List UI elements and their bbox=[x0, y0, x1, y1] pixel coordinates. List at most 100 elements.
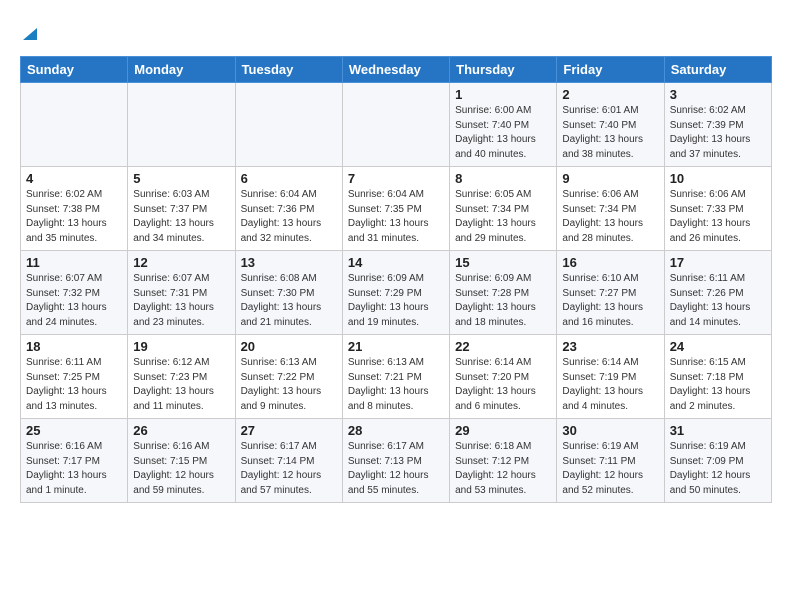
day-info: Sunrise: 6:19 AM Sunset: 7:09 PM Dayligh… bbox=[670, 440, 766, 498]
day-info: Sunrise: 6:02 AM Sunset: 7:38 PM Dayligh… bbox=[26, 188, 122, 246]
calendar-cell: 8Sunrise: 6:05 AM Sunset: 7:34 PM Daylig… bbox=[450, 167, 557, 251]
day-info: Sunrise: 6:16 AM Sunset: 7:17 PM Dayligh… bbox=[26, 440, 122, 498]
day-info: Sunrise: 6:09 AM Sunset: 7:29 PM Dayligh… bbox=[348, 272, 444, 330]
calendar-cell: 7 Sunrise: 6:04 AM Sunset: 7:35 PM Daylig… bbox=[342, 167, 449, 251]
day-info: Sunrise: 6:14 AM Sunset: 7:19 PM Dayligh… bbox=[562, 356, 658, 414]
calendar-cell: 27 Sunrise: 6:17 AM Sunset: 7:14 PM Dayli… bbox=[235, 419, 342, 503]
day-number: 26 bbox=[133, 423, 229, 438]
calendar-cell: 5 Sunrise: 6:03 AM Sunset: 7:37 PM Daylig… bbox=[128, 167, 235, 251]
day-info: Sunrise: 6:06 AM Sunset: 7:33 PM Dayligh… bbox=[670, 188, 766, 246]
calendar-cell: 28 Sunrise: 6:17 AM Sunset: 7:13 PM Dayli… bbox=[342, 419, 449, 503]
calendar-week-row: 25 Sunrise: 6:16 AM Sunset: 7:17 PM Dayli… bbox=[21, 419, 772, 503]
day-number: 23 bbox=[562, 339, 658, 354]
day-info: Sunrise: 6:12 AM Sunset: 7:23 PM Dayligh… bbox=[133, 356, 229, 414]
day-number: 22 bbox=[455, 339, 551, 354]
weekday-header: Wednesday bbox=[342, 57, 449, 83]
day-info: Sunrise: 6:17 AM Sunset: 7:14 PM Dayligh… bbox=[241, 440, 337, 498]
day-info: Sunrise: 6:11 AM Sunset: 7:25 PM Dayligh… bbox=[26, 356, 122, 414]
day-number: 15 bbox=[455, 255, 551, 270]
calendar-cell: 26 Sunrise: 6:16 AM Sunset: 7:15 PM Dayli… bbox=[128, 419, 235, 503]
day-info: Sunrise: 6:19 AM Sunset: 7:11 PM Dayligh… bbox=[562, 440, 658, 498]
day-info: Sunrise: 6:18 AM Sunset: 7:12 PM Dayligh… bbox=[455, 440, 551, 498]
day-number: 27 bbox=[241, 423, 337, 438]
calendar-cell: 22 Sunrise: 6:14 AM Sunset: 7:20 PM Dayli… bbox=[450, 335, 557, 419]
day-number: 4 bbox=[26, 171, 122, 186]
calendar-cell: 19 Sunrise: 6:12 AM Sunset: 7:23 PM Dayli… bbox=[128, 335, 235, 419]
day-number: 19 bbox=[133, 339, 229, 354]
day-info: Sunrise: 6:13 AM Sunset: 7:22 PM Dayligh… bbox=[241, 356, 337, 414]
calendar-cell bbox=[21, 83, 128, 167]
day-number: 30 bbox=[562, 423, 658, 438]
day-info: Sunrise: 6:02 AM Sunset: 7:39 PM Dayligh… bbox=[670, 104, 766, 162]
day-number: 14 bbox=[348, 255, 444, 270]
day-info: Sunrise: 6:00 AM Sunset: 7:40 PM Dayligh… bbox=[455, 104, 551, 162]
day-info: Sunrise: 6:16 AM Sunset: 7:15 PM Dayligh… bbox=[133, 440, 229, 498]
day-number: 28 bbox=[348, 423, 444, 438]
day-info: Sunrise: 6:08 AM Sunset: 7:30 PM Dayligh… bbox=[241, 272, 337, 330]
day-number: 11 bbox=[26, 255, 122, 270]
day-info: Sunrise: 6:15 AM Sunset: 7:18 PM Dayligh… bbox=[670, 356, 766, 414]
day-number: 10 bbox=[670, 171, 766, 186]
day-number: 2 bbox=[562, 87, 658, 102]
day-info: Sunrise: 6:03 AM Sunset: 7:37 PM Dayligh… bbox=[133, 188, 229, 246]
day-number: 7 bbox=[348, 171, 444, 186]
day-number: 5 bbox=[133, 171, 229, 186]
day-info: Sunrise: 6:13 AM Sunset: 7:21 PM Dayligh… bbox=[348, 356, 444, 414]
calendar-week-row: 1 Sunrise: 6:00 AM Sunset: 7:40 PM Daylig… bbox=[21, 83, 772, 167]
day-info: Sunrise: 6:09 AM Sunset: 7:28 PM Dayligh… bbox=[455, 272, 551, 330]
calendar-cell: 31 Sunrise: 6:19 AM Sunset: 7:09 PM Dayli… bbox=[664, 419, 771, 503]
calendar-table: SundayMondayTuesdayWednesdayThursdayFrid… bbox=[20, 56, 772, 503]
weekday-header: Saturday bbox=[664, 57, 771, 83]
day-info: Sunrise: 6:01 AM Sunset: 7:40 PM Dayligh… bbox=[562, 104, 658, 162]
day-info: Sunrise: 6:14 AM Sunset: 7:20 PM Dayligh… bbox=[455, 356, 551, 414]
day-number: 9 bbox=[562, 171, 658, 186]
calendar-cell: 23 Sunrise: 6:14 AM Sunset: 7:19 PM Dayli… bbox=[557, 335, 664, 419]
day-info: Sunrise: 6:11 AM Sunset: 7:26 PM Dayligh… bbox=[670, 272, 766, 330]
logo bbox=[20, 20, 39, 40]
day-info: Sunrise: 6:17 AM Sunset: 7:13 PM Dayligh… bbox=[348, 440, 444, 498]
day-number: 31 bbox=[670, 423, 766, 438]
calendar-cell: 9 Sunrise: 6:06 AM Sunset: 7:34 PM Daylig… bbox=[557, 167, 664, 251]
calendar-cell bbox=[128, 83, 235, 167]
calendar-cell: 1 Sunrise: 6:00 AM Sunset: 7:40 PM Daylig… bbox=[450, 83, 557, 167]
day-info: Sunrise: 6:06 AM Sunset: 7:34 PM Dayligh… bbox=[562, 188, 658, 246]
weekday-header: Monday bbox=[128, 57, 235, 83]
day-info: Sunrise: 6:05 AM Sunset: 7:34 PM Dayligh… bbox=[455, 188, 551, 246]
day-number: 12 bbox=[133, 255, 229, 270]
day-info: Sunrise: 6:10 AM Sunset: 7:27 PM Dayligh… bbox=[562, 272, 658, 330]
calendar-cell: 13 Sunrise: 6:08 AM Sunset: 7:30 PM Dayli… bbox=[235, 251, 342, 335]
calendar-cell: 12Sunrise: 6:07 AM Sunset: 7:31 PM Dayli… bbox=[128, 251, 235, 335]
calendar-cell: 14 Sunrise: 6:09 AM Sunset: 7:29 PM Dayli… bbox=[342, 251, 449, 335]
day-number: 24 bbox=[670, 339, 766, 354]
weekday-header: Friday bbox=[557, 57, 664, 83]
day-number: 18 bbox=[26, 339, 122, 354]
calendar-week-row: 11 Sunrise: 6:07 AM Sunset: 7:32 PM Dayli… bbox=[21, 251, 772, 335]
calendar-cell: 3 Sunrise: 6:02 AM Sunset: 7:39 PM Daylig… bbox=[664, 83, 771, 167]
calendar-cell bbox=[342, 83, 449, 167]
calendar-header-row: SundayMondayTuesdayWednesdayThursdayFrid… bbox=[21, 57, 772, 83]
day-info: Sunrise: 6:07 AM Sunset: 7:32 PM Dayligh… bbox=[26, 272, 122, 330]
calendar-cell: 15 Sunrise: 6:09 AM Sunset: 7:28 PM Dayli… bbox=[450, 251, 557, 335]
weekday-header: Tuesday bbox=[235, 57, 342, 83]
day-number: 3 bbox=[670, 87, 766, 102]
calendar-cell: 10 Sunrise: 6:06 AM Sunset: 7:33 PM Dayli… bbox=[664, 167, 771, 251]
day-number: 1 bbox=[455, 87, 551, 102]
calendar-cell: 29 Sunrise: 6:18 AM Sunset: 7:12 PM Dayli… bbox=[450, 419, 557, 503]
day-number: 6 bbox=[241, 171, 337, 186]
day-number: 29 bbox=[455, 423, 551, 438]
page-header bbox=[20, 20, 772, 40]
day-number: 16 bbox=[562, 255, 658, 270]
day-info: Sunrise: 6:04 AM Sunset: 7:36 PM Dayligh… bbox=[241, 188, 337, 246]
calendar-cell: 20Sunrise: 6:13 AM Sunset: 7:22 PM Dayli… bbox=[235, 335, 342, 419]
day-number: 17 bbox=[670, 255, 766, 270]
calendar-cell: 16 Sunrise: 6:10 AM Sunset: 7:27 PM Dayli… bbox=[557, 251, 664, 335]
day-number: 13 bbox=[241, 255, 337, 270]
calendar-cell: 11 Sunrise: 6:07 AM Sunset: 7:32 PM Dayli… bbox=[21, 251, 128, 335]
weekday-header: Thursday bbox=[450, 57, 557, 83]
day-number: 25 bbox=[26, 423, 122, 438]
calendar-cell: 25 Sunrise: 6:16 AM Sunset: 7:17 PM Dayli… bbox=[21, 419, 128, 503]
calendar-cell: 6 Sunrise: 6:04 AM Sunset: 7:36 PM Daylig… bbox=[235, 167, 342, 251]
calendar-cell: 2 Sunrise: 6:01 AM Sunset: 7:40 PM Daylig… bbox=[557, 83, 664, 167]
calendar-cell: 17 Sunrise: 6:11 AM Sunset: 7:26 PM Dayli… bbox=[664, 251, 771, 335]
day-info: Sunrise: 6:04 AM Sunset: 7:35 PM Dayligh… bbox=[348, 188, 444, 246]
